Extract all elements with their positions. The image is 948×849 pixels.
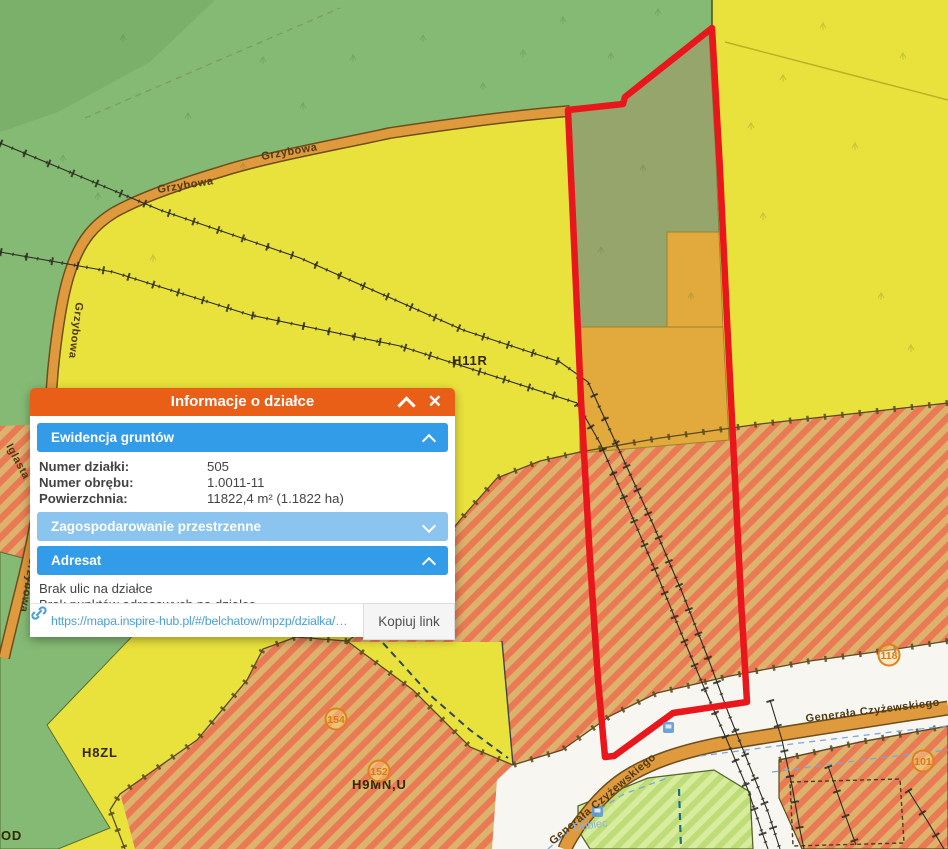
map-viewport[interactable]: Grzybowa Grzybowa Grzybowa Grzybowa Igla…	[0, 0, 948, 849]
attr-label: Powierzchnia:	[39, 491, 207, 507]
parcel-ochre-area-a	[667, 232, 723, 327]
chevron-up-icon	[422, 434, 436, 448]
zone-label-h11r: H11R	[452, 353, 488, 368]
address-line: Brak ulic na działce	[39, 581, 448, 597]
attr-value: 11822,4 m² (1.1822 ha)	[207, 491, 344, 506]
section-title: Adresat	[51, 553, 101, 568]
collapse-panel-icon[interactable]	[397, 396, 415, 414]
attr-value: 1.0011-11	[207, 475, 264, 490]
bus-stop-icon[interactable]	[663, 722, 674, 733]
share-link-row: https://mapa.inspire-hub.pl/#/belchatow/…	[30, 603, 455, 637]
panel-header: Informacje o działce ✕	[30, 388, 455, 416]
chevron-up-icon	[422, 557, 436, 571]
attr-label: Numer działki:	[39, 459, 207, 475]
parcel-share-url[interactable]: https://mapa.inspire-hub.pl/#/belchatow/…	[51, 614, 349, 628]
section-adresat[interactable]: Adresat	[37, 546, 448, 575]
zone-label-h8zl: H8ZL	[82, 745, 118, 760]
attr-label: Numer obrębu:	[39, 475, 207, 491]
attr-value: 505	[207, 459, 229, 474]
parcel-number: 101	[914, 756, 932, 768]
section-ewidencja-gruntow[interactable]: Ewidencja gruntów	[37, 423, 448, 452]
parcel-number: 152	[370, 766, 388, 778]
link-icon	[30, 604, 48, 622]
parcel-ochre-area-b	[579, 327, 729, 453]
copy-link-button[interactable]: Kopiuj link	[363, 603, 455, 640]
section-zagospodarowanie[interactable]: Zagospodarowanie przestrzenne	[37, 512, 448, 541]
chevron-down-icon	[422, 519, 436, 533]
close-panel-icon[interactable]: ✕	[428, 388, 442, 416]
parcel-number: 154	[327, 714, 345, 726]
parcel-attributes: Numer działki:505 Numer obrębu:1.0011-11…	[37, 457, 448, 512]
zone-label-od: OD	[1, 828, 22, 843]
section-title: Ewidencja gruntów	[51, 430, 174, 445]
parcel-info-panel: Informacje o działce ✕ Ewidencja gruntów…	[30, 388, 455, 637]
section-title: Zagospodarowanie przestrzenne	[51, 519, 261, 534]
parcel-number: 118	[881, 650, 898, 662]
panel-title: Informacje o działce	[171, 393, 314, 410]
